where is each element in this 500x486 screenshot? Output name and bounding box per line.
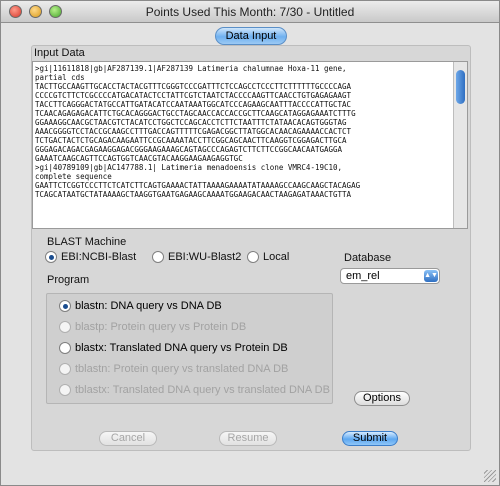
blast-option-ncbi[interactable]: EBI:NCBI-Blast	[45, 251, 137, 264]
program-option-blastp: blastp: Protein query vs Protein DB	[59, 321, 247, 334]
scrollbar-thumb[interactable]	[456, 70, 465, 104]
app-window: Points Used This Month: 7/30 - Untitled …	[0, 0, 500, 486]
input-data-label: Input Data	[34, 47, 85, 59]
program-option-tblastn: tblastn: Protein query vs translated DNA…	[59, 363, 289, 376]
cancel-button: Cancel	[99, 431, 157, 446]
program-option-blastx[interactable]: blastx: Translated DNA query vs Protein …	[59, 342, 288, 355]
resume-button: Resume	[219, 431, 277, 446]
tab-data-input[interactable]: Data Input	[215, 27, 287, 45]
blast-option-wu[interactable]: EBI:WU-Blast2	[152, 251, 242, 264]
blast-option-label: Local	[263, 251, 290, 263]
radio-icon[interactable]	[45, 251, 57, 264]
radio-icon[interactable]	[59, 342, 71, 355]
database-label: Database	[344, 252, 392, 264]
program-option-label: blastp: Protein query vs Protein DB	[75, 321, 247, 333]
program-option-label: tblastx: Translated DNA query vs transla…	[75, 384, 330, 396]
radio-icon[interactable]	[152, 251, 164, 264]
blast-option-label: EBI:NCBI-Blast	[61, 251, 137, 263]
options-button[interactable]: Options	[354, 391, 410, 406]
radio-icon[interactable]	[247, 251, 259, 264]
resize-grip-icon[interactable]	[484, 470, 496, 482]
blast-option-local[interactable]: Local	[247, 251, 290, 264]
chevron-updown-icon[interactable]: ▲▼	[424, 270, 438, 282]
radio-icon[interactable]	[59, 300, 71, 313]
blast-machine-label: BLAST Machine	[47, 236, 127, 248]
database-select[interactable]: em_rel ▲▼	[340, 268, 440, 284]
program-option-tblastx: tblastx: Translated DNA query vs transla…	[59, 384, 330, 397]
sequence-text[interactable]: >gi|11611818|gb|AF287139.1|AF287139 Lati…	[35, 64, 453, 199]
radio-icon	[59, 363, 71, 376]
title-bar[interactable]: Points Used This Month: 7/30 - Untitled	[1, 1, 499, 23]
program-option-label: blastx: Translated DNA query vs Protein …	[75, 342, 288, 354]
sequence-input-area[interactable]: >gi|11611818|gb|AF287139.1|AF287139 Lati…	[32, 61, 468, 229]
window-title: Points Used This Month: 7/30 - Untitled	[145, 5, 355, 19]
blast-option-label: EBI:WU-Blast2	[168, 251, 242, 263]
radio-icon	[59, 321, 71, 334]
database-selected-value: em_rel	[346, 270, 380, 282]
program-group: blastn: DNA query vs DNA DB blastp: Prot…	[46, 293, 333, 404]
program-option-blastn[interactable]: blastn: DNA query vs DNA DB	[59, 300, 222, 313]
program-label: Program	[47, 274, 90, 286]
program-option-label: tblastn: Protein query vs translated DNA…	[75, 363, 289, 375]
program-option-label: blastn: DNA query vs DNA DB	[75, 300, 222, 312]
submit-button[interactable]: Submit	[342, 431, 398, 446]
radio-icon	[59, 384, 71, 397]
vertical-scrollbar[interactable]	[453, 62, 467, 228]
